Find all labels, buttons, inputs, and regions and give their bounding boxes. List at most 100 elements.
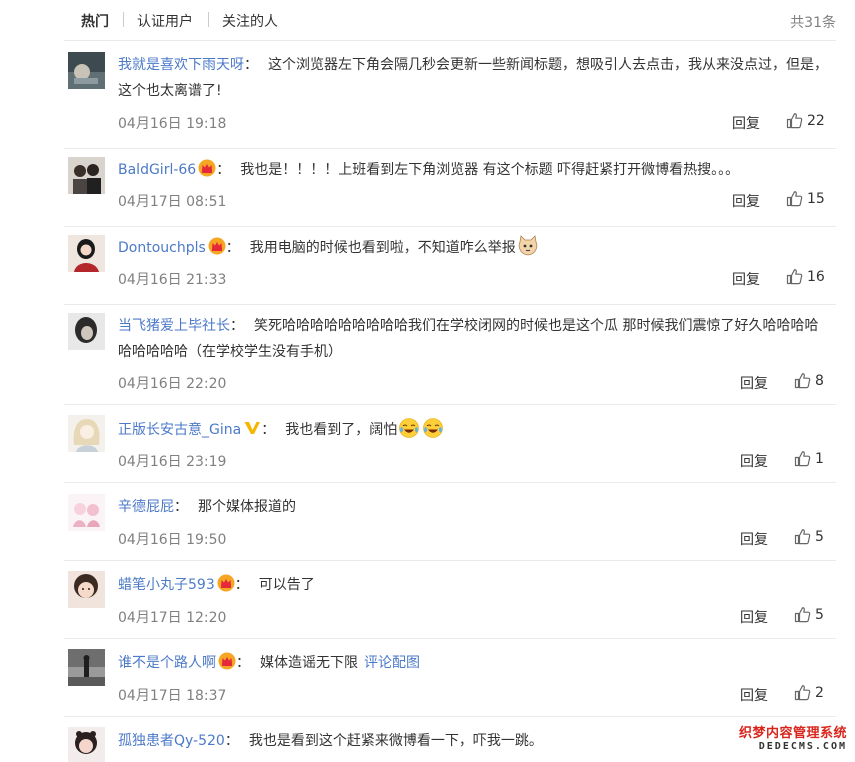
- v-badge-icon: [244, 422, 261, 434]
- divider: [64, 226, 836, 227]
- reply-button[interactable]: 回复: [740, 607, 768, 627]
- comment-item: 正版长安古意_Gina ： 我也看到了，阔怕 04月16日 23:19 回复 1: [0, 404, 855, 482]
- like-count: 2: [815, 684, 824, 701]
- comment-meta: 04月17日 12:20 回复 5: [118, 607, 831, 627]
- username-link[interactable]: 谁不是个路人啊: [118, 655, 216, 671]
- comment-filter-tabs: 热门 认证用户 关注的人 共31条: [0, 0, 855, 40]
- avatar[interactable]: [68, 727, 105, 762]
- username-link[interactable]: 正版长安古意_Gina: [118, 422, 241, 438]
- comment-date: 04月17日 08:51: [118, 194, 227, 210]
- divider: [64, 40, 836, 41]
- crying-laughing-emoji-icon: [423, 418, 444, 438]
- like-button[interactable]: 2: [794, 684, 824, 701]
- like-count: 1: [815, 450, 824, 467]
- tab-hot[interactable]: 热门: [81, 11, 109, 31]
- username-link[interactable]: Dontouchpls: [118, 240, 206, 256]
- comment-item: 蜡笔小丸子593 ： 可以告了 04月17日 12:20 回复 5: [0, 560, 855, 638]
- comment-item: BaldGirl-66 ： 我也是！！！！上班看到左下角浏览器 有这个标题 吓得赶紧…: [0, 148, 855, 226]
- comment-body: 可以告了: [258, 577, 315, 593]
- comment-item: 谁不是个路人啊 ： 媒体造谣无下限 评论配图 04月17日 18:37 回复 2: [0, 638, 855, 716]
- colon: ：: [236, 655, 250, 671]
- reply-button[interactable]: 回复: [740, 373, 768, 393]
- comment-body: 我也是！！！！上班看到左下角浏览器 有这个标题 吓得赶紧打开微博看热搜。。。: [240, 162, 740, 178]
- comment-meta: 04月16日 19:18 回复 22: [118, 113, 831, 133]
- like-button[interactable]: 15: [786, 190, 825, 207]
- reply-button[interactable]: 回复: [740, 685, 768, 705]
- reply-button[interactable]: 回复: [732, 191, 760, 211]
- divider: [64, 404, 836, 405]
- like-button[interactable]: 16: [786, 268, 825, 285]
- total-comment-count: 共31条: [790, 15, 836, 31]
- username-link[interactable]: BaldGirl-66: [118, 162, 196, 178]
- like-button[interactable]: 5: [794, 528, 824, 545]
- tab-following[interactable]: 关注的人: [222, 11, 278, 31]
- comment-date: 04月16日 23:19: [118, 454, 227, 470]
- crown-badge-icon: [208, 237, 226, 255]
- thumbs-up-icon: [786, 191, 803, 207]
- username-link[interactable]: 当飞猪爱上毕社长: [118, 318, 230, 334]
- comment-text: 当飞猪爱上毕社长： 笑死哈哈哈哈哈哈哈哈哈我们在学校闭网的时候也是这个瓜 那时候我…: [118, 313, 831, 365]
- reply-button[interactable]: 回复: [732, 113, 760, 133]
- crown-badge-icon: [198, 159, 216, 177]
- comment-body: 那个媒体报道的: [198, 499, 296, 515]
- avatar[interactable]: [68, 235, 105, 272]
- username-link[interactable]: 蜡笔小丸子593: [118, 577, 215, 593]
- thumbs-up-icon: [794, 607, 811, 623]
- watermark-domain: DEDECMS.COM: [758, 741, 847, 752]
- comment-meta: 04月16日 19:50 回复 5: [118, 529, 831, 549]
- comment-item: 我就是喜欢下雨天呀： 这个浏览器左下角会隔几秒会更新一些新闻标题，想吸引人去点击，…: [0, 40, 855, 148]
- reply-button[interactable]: 回复: [732, 269, 760, 289]
- tab-divider: [123, 12, 124, 27]
- colon: ：: [225, 240, 240, 256]
- comment-image-link[interactable]: 评论配图: [364, 655, 420, 671]
- comment-date: 04月16日 19:18: [118, 116, 227, 132]
- like-count: 5: [815, 528, 824, 545]
- colon: ：: [234, 577, 249, 593]
- comment-body: 我也看到了，阔怕: [285, 422, 398, 438]
- comment-item: 当飞猪爱上毕社长： 笑死哈哈哈哈哈哈哈哈哈我们在学校闭网的时候也是这个瓜 那时候我…: [0, 304, 855, 404]
- thumbs-up-icon: [786, 269, 803, 285]
- like-button[interactable]: 22: [786, 112, 825, 129]
- site-watermark: 织梦内容管理系统 DEDECMS.COM: [739, 722, 847, 752]
- colon: ：: [261, 422, 276, 438]
- reply-button[interactable]: 回复: [740, 529, 768, 549]
- divider: [64, 560, 836, 561]
- username-link[interactable]: 我就是喜欢下雨天呀: [118, 57, 244, 73]
- comment-date: 04月17日 12:20: [118, 610, 227, 626]
- divider: [64, 148, 836, 149]
- like-button[interactable]: 5: [794, 606, 824, 623]
- avatar[interactable]: [68, 494, 105, 531]
- comment-text: Dontouchpls ： 我用电脑的时候也看到啦，不知道咋么举报: [118, 235, 831, 261]
- comment-date: 04月16日 21:33: [118, 272, 227, 288]
- like-count: 5: [815, 606, 824, 623]
- tab-verified-users[interactable]: 认证用户: [137, 11, 193, 31]
- comment-date: 04月16日 22:20: [118, 376, 227, 392]
- divider: [64, 638, 836, 639]
- like-button[interactable]: 1: [794, 450, 824, 467]
- avatar[interactable]: [68, 157, 105, 194]
- avatar[interactable]: [68, 571, 105, 608]
- like-count: 8: [815, 372, 824, 389]
- thumbs-up-icon: [794, 529, 811, 545]
- reply-button[interactable]: 回复: [740, 451, 768, 471]
- avatar[interactable]: [68, 313, 105, 350]
- colon: ：: [230, 318, 244, 334]
- avatar[interactable]: [68, 52, 105, 89]
- comment-item: 孤独患者Qy-520： 我也是看到这个赶紧来微博看一下，吓我一跳。: [0, 716, 855, 762]
- comment-text: 我就是喜欢下雨天呀： 这个浏览器左下角会隔几秒会更新一些新闻标题，想吸引人去点击，…: [118, 52, 831, 104]
- avatar[interactable]: [68, 415, 105, 452]
- colon: ：: [224, 733, 239, 749]
- comment-body: 我用电脑的时候也看到啦，不知道咋么举报: [249, 240, 516, 256]
- like-button[interactable]: 8: [794, 372, 824, 389]
- like-count: 15: [807, 190, 825, 207]
- cat-emoji-icon: [518, 235, 538, 256]
- thumbs-up-icon: [794, 373, 811, 389]
- like-count: 16: [807, 268, 825, 285]
- thumbs-up-icon: [786, 113, 803, 129]
- crying-laughing-emoji-icon: [399, 418, 420, 438]
- username-link[interactable]: 孤独患者Qy-520: [118, 733, 225, 749]
- username-link[interactable]: 辛德屁屁: [118, 499, 174, 515]
- comment-text: 辛德屁屁： 那个媒体报道的: [118, 494, 831, 520]
- avatar[interactable]: [68, 649, 105, 686]
- crown-badge-icon: [217, 574, 235, 592]
